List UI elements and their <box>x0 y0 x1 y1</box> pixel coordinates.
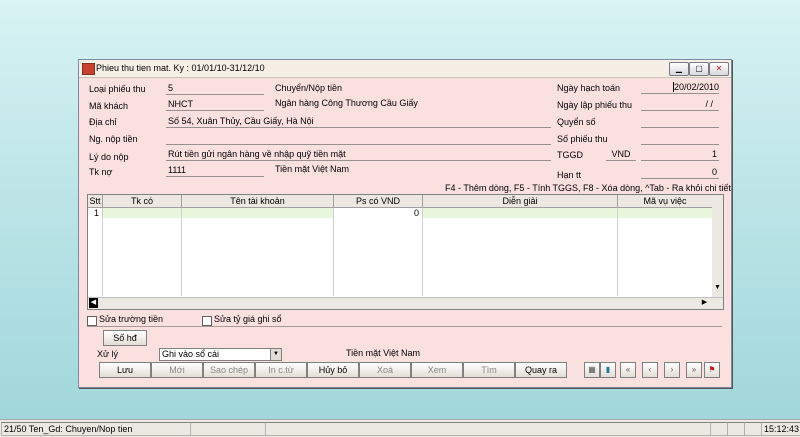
row-ma-vu-viec-cell[interactable] <box>618 208 712 218</box>
col-divider <box>102 208 103 296</box>
new-button[interactable]: Mới <box>151 362 203 378</box>
status-segment <box>744 422 762 436</box>
xu-ly-label: Xử lý <box>97 349 119 359</box>
status-segment <box>710 422 728 436</box>
cancel-button[interactable]: Hủy bỏ <box>307 362 359 378</box>
col-divider <box>333 208 334 296</box>
col-header-dien-giai[interactable]: Diễn giải <box>423 195 618 208</box>
col-divider <box>617 208 618 296</box>
col-header-ten-tai-khoan[interactable]: Tên tài khoản <box>182 195 334 208</box>
tk-no-input[interactable]: 1111 <box>166 164 264 177</box>
save-button[interactable]: Lưu <box>99 362 151 378</box>
exit-button[interactable]: Quay ra <box>515 362 567 378</box>
row-dien-giai-cell[interactable] <box>423 208 617 218</box>
scroll-down-icon[interactable]: ▼ <box>713 283 722 293</box>
ngay-hach-toan-input[interactable]: 20/02/2010 <box>641 81 719 94</box>
status-segment <box>190 422 266 436</box>
scroll-right-icon[interactable]: ▶ <box>700 298 709 308</box>
status-transaction: 21/50 Ten_Gd: Chuyen/Nop tien <box>1 422 191 436</box>
horizontal-scrollbar[interactable]: ◀ ▶ <box>88 297 723 309</box>
loai-phieu-thu-desc: Chuyển/Nộp tiền <box>275 83 343 93</box>
col-header-ma-vu-viec[interactable]: Mã vụ việc <box>618 195 713 208</box>
tggd-currency-input[interactable]: VND <box>606 148 636 161</box>
view-button[interactable]: Xem <box>411 362 463 378</box>
col-divider <box>181 208 182 296</box>
ma-khach-desc: Ngân hàng Công Thương Cầu Giấy <box>275 98 418 108</box>
close-icon[interactable]: ✕ <box>709 62 729 76</box>
status-segment <box>265 422 711 436</box>
sua-ty-gia-checkbox[interactable] <box>202 316 212 326</box>
tk-no-label: Tk nợ <box>89 167 113 177</box>
ma-khach-input[interactable]: NHCT <box>166 98 264 111</box>
col-divider <box>422 208 423 296</box>
scroll-left-icon[interactable]: ◀ <box>89 298 98 308</box>
next-record-icon[interactable]: › <box>664 362 680 378</box>
so-hd-button[interactable]: Số hđ <box>103 330 147 346</box>
quyen-so-label: Quyển số <box>557 117 596 127</box>
ngay-lap-label: Ngày lập phiếu thu <box>557 100 633 110</box>
divider <box>87 326 722 327</box>
app-icon <box>82 63 95 75</box>
sua-truong-tien-checkbox[interactable] <box>87 316 97 326</box>
table-row[interactable]: 1 0 <box>88 208 712 219</box>
vertical-scrollbar[interactable]: ▼ <box>712 195 723 297</box>
ngay-hach-toan-label: Ngày hạch toán <box>557 83 621 93</box>
ly-do-nop-input[interactable]: Rút tiền gửi ngân hàng về nhập quỹ tiền … <box>166 148 551 161</box>
xu-ly-select[interactable]: Ghi vào sổ cái ▼ <box>159 348 282 361</box>
filter-icon[interactable]: ⚑ <box>704 362 720 378</box>
tggd-label: TGGD <box>557 150 583 160</box>
ng-nop-tien-input[interactable] <box>166 132 551 145</box>
copy-button[interactable]: Sao chép <box>203 362 255 378</box>
detail-grid[interactable]: Stt Tk có Tên tài khoản Ps có VND Diễn g… <box>87 194 724 310</box>
previous-record-icon[interactable]: ‹ <box>642 362 658 378</box>
delete-button[interactable]: Xoá <box>359 362 411 378</box>
find-button[interactable]: Tìm <box>463 362 515 378</box>
loai-phieu-thu-input[interactable]: 5 <box>166 82 264 95</box>
ma-khach-label: Mã khách <box>89 101 129 111</box>
tggd-rate-input[interactable]: 1 <box>641 148 719 161</box>
ng-nop-tien-label: Ng. nộp tiền <box>89 134 138 144</box>
dia-chi-label: Địa chỉ <box>89 117 117 127</box>
sua-truong-tien-label: Sửa trường tiền <box>99 314 163 324</box>
row-ten-tk-cell[interactable] <box>182 208 333 218</box>
row-stt: 1 <box>94 208 100 218</box>
quyen-so-input[interactable] <box>641 115 719 128</box>
han-tt-input[interactable]: 0 <box>641 166 719 179</box>
col-header-ps-co-vnd[interactable]: Ps có VND <box>334 195 423 208</box>
row-ps-co-cell[interactable]: 0 <box>334 208 422 218</box>
maximize-icon[interactable]: ▢ <box>689 62 709 76</box>
han-tt-label: Hạn tt <box>557 170 582 180</box>
col-header-stt[interactable]: Stt <box>88 195 103 208</box>
first-record-icon[interactable]: « <box>620 362 636 378</box>
col-header-tk-co[interactable]: Tk có <box>103 195 182 208</box>
dia-chi-input[interactable]: Số 54, Xuân Thủy, Cầu Giấy, Hà Nội <box>166 115 551 128</box>
loai-phieu-thu-label: Loại phiếu thu <box>89 84 146 94</box>
notepad-icon[interactable]: ▮ <box>600 362 616 378</box>
print-button[interactable]: In c.từ <box>255 362 307 378</box>
tk-no-desc: Tiền mặt Việt Nam <box>275 164 350 174</box>
chevron-down-icon[interactable]: ▼ <box>270 349 281 360</box>
status-clock: 15:12:43 <box>761 422 800 436</box>
so-phieu-thu-label: Số phiếu thu <box>557 134 608 144</box>
ly-do-nop-label: Lý do nộp <box>89 152 129 162</box>
so-phieu-thu-input[interactable] <box>641 132 719 145</box>
row-tk-co-cell[interactable] <box>103 208 181 218</box>
shortcut-hint: F4 - Thêm dòng, F5 - Tính TGGS, F8 - Xóa… <box>445 183 731 193</box>
calculator-icon[interactable]: ▦ <box>584 362 600 378</box>
status-bar: 21/50 Ten_Gd: Chuyen/Nop tien 15:12:43 <box>0 419 800 437</box>
last-record-icon[interactable]: » <box>686 362 702 378</box>
sua-ty-gia-label: Sửa tỷ giá ghi sổ <box>214 314 282 324</box>
ngay-lap-input[interactable]: / / <box>641 98 719 111</box>
xu-ly-account-desc: Tiền mặt Việt Nam <box>346 348 421 358</box>
window-title: Phieu thu tien mat. Ky : 01/01/10-31/12/… <box>96 63 265 73</box>
minimize-icon[interactable]: ▁ <box>669 62 689 76</box>
receipt-window: Phieu thu tien mat. Ky : 01/01/10-31/12/… <box>78 59 732 388</box>
title-bar[interactable]: Phieu thu tien mat. Ky : 01/01/10-31/12/… <box>79 60 731 78</box>
status-segment <box>727 422 745 436</box>
